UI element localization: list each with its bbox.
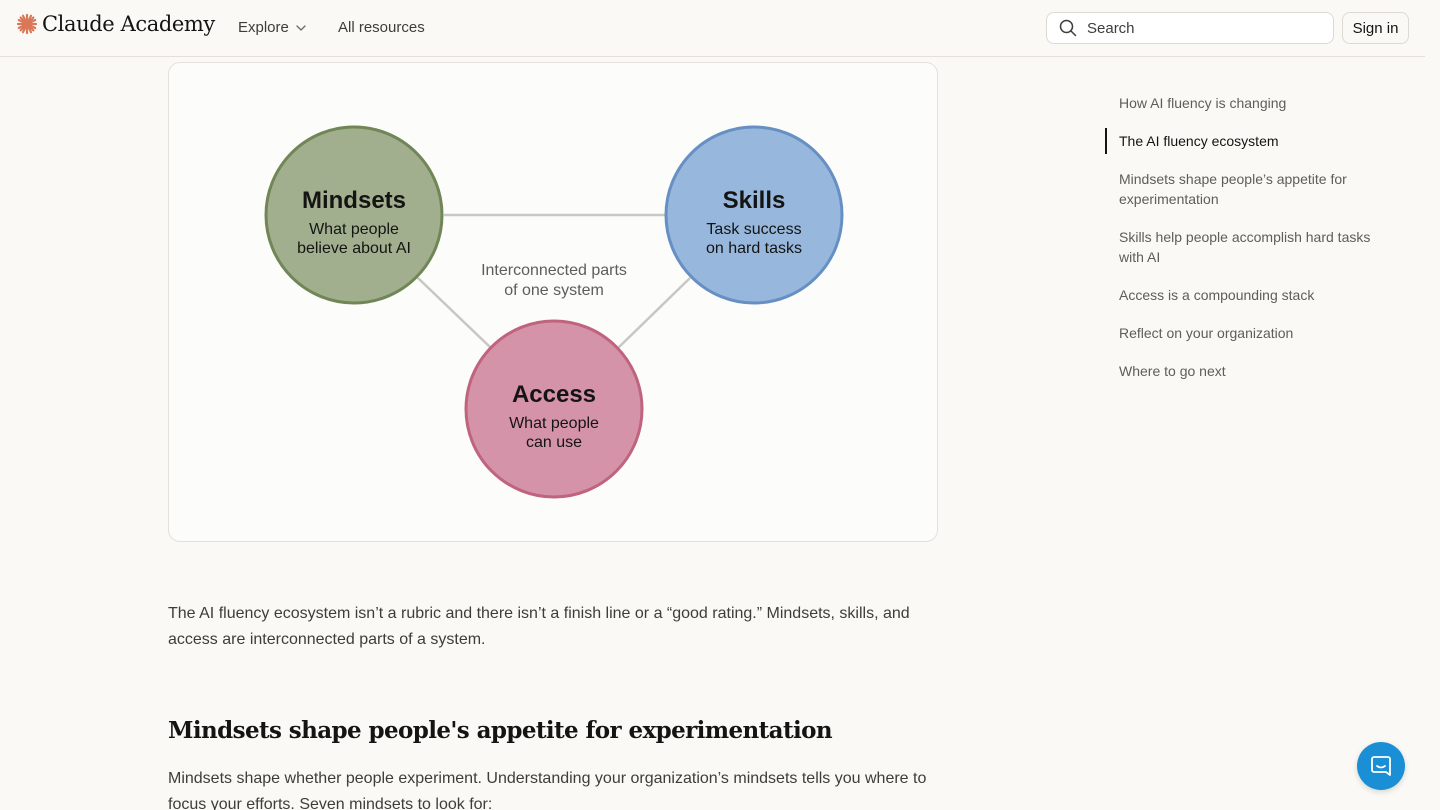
nav-explore-dropdown[interactable]: Explore [238, 19, 307, 36]
access-sub-line1: What people [509, 415, 599, 432]
access-sub-line2: can use [526, 434, 582, 451]
brand-logo[interactable]: Claude Academy [16, 12, 215, 36]
mindsets-sub-line1: What people [309, 221, 399, 238]
access-circle [464, 319, 644, 499]
toc-item-mindsets[interactable]: Mindsets shape people’s appetite for exp… [1105, 166, 1395, 212]
skills-circle [664, 125, 844, 305]
section-heading-mindsets: Mindsets shape people's appetite for exp… [168, 717, 833, 744]
mindsets-title: Mindsets [302, 187, 406, 214]
toc-item-access[interactable]: Access is a compounding stack [1105, 282, 1395, 308]
access-title: Access [512, 381, 596, 408]
nav-explore-label: Explore [238, 19, 289, 36]
ecosystem-diagram: Interconnected parts of one system Minds… [264, 125, 844, 499]
site-header: Claude Academy Explore All resources Sig… [0, 0, 1425, 57]
sign-in-button[interactable]: Sign in [1342, 12, 1409, 44]
toc-item-ai-fluency-ecosystem[interactable]: The AI fluency ecosystem [1105, 128, 1395, 154]
toc-item-reflect[interactable]: Reflect on your organization [1105, 320, 1395, 346]
skills-sub-line1: Task success [706, 221, 801, 238]
node-skills: Skills Task success on hard tasks [664, 125, 844, 305]
node-mindsets: Mindsets What people believe about AI [264, 125, 444, 305]
node-access: Access What people can use [464, 319, 644, 499]
chat-launcher-button[interactable] [1357, 742, 1405, 790]
body-paragraph-mindsets: Mindsets shape whether people experiment… [168, 770, 927, 810]
nav-all-resources-link[interactable]: All resources [338, 19, 425, 36]
connector-mindsets-access [417, 277, 492, 349]
center-label-line1: Interconnected parts [481, 262, 627, 279]
toc-item-how-ai-fluency-is-changing[interactable]: How AI fluency is changing [1105, 90, 1395, 116]
skills-sub-line2: on hard tasks [706, 240, 802, 257]
connector-skills-access [617, 277, 691, 349]
body-paragraph-ecosystem: The AI fluency ecosystem isn’t a rubric … [168, 605, 910, 648]
search-icon [1059, 19, 1077, 37]
toc-item-skills[interactable]: Skills help people accomplish hard tasks… [1105, 224, 1395, 270]
table-of-contents: How AI fluency is changing The AI fluenc… [1105, 90, 1395, 396]
mindsets-sub-line2: believe about AI [297, 240, 411, 257]
chat-bubble-icon [1371, 756, 1391, 776]
search-box[interactable] [1046, 12, 1334, 44]
asterisk-burst-icon [16, 13, 38, 35]
chevron-down-icon [296, 24, 306, 31]
ecosystem-diagram-card: Interconnected parts of one system Minds… [168, 62, 938, 542]
search-input[interactable] [1087, 19, 1307, 37]
toc-item-where-to-go-next[interactable]: Where to go next [1105, 358, 1395, 384]
brand-name: Claude Academy [42, 12, 215, 36]
mindsets-circle [264, 125, 444, 305]
center-label-line2: of one system [504, 282, 604, 299]
skills-title: Skills [723, 187, 786, 214]
